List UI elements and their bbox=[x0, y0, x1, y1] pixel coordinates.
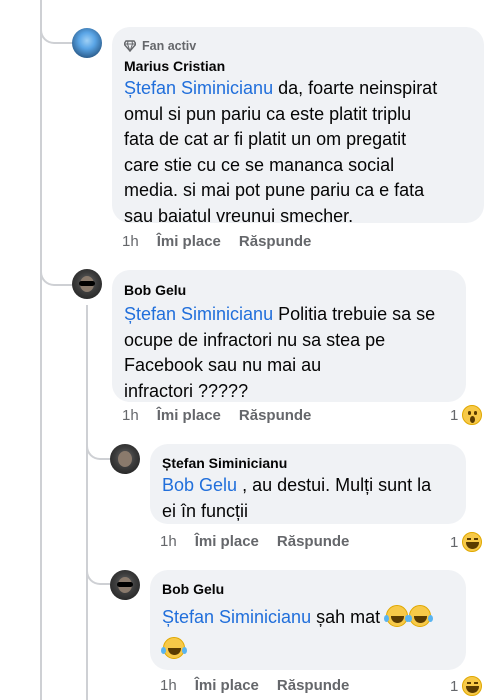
laughing-tears-emoji-icon bbox=[384, 605, 411, 627]
reply-button[interactable]: Răspunde bbox=[277, 677, 350, 694]
comment-text-line: , au destui. Mulți sunt la bbox=[237, 475, 432, 495]
comment-text-line: care stie cu ce se mananca social bbox=[124, 154, 395, 175]
comment-text-line: infractori ????? bbox=[124, 380, 249, 401]
reaction-summary[interactable]: 1 bbox=[450, 405, 483, 425]
comment-actions: 1h Îmi place Răspunde bbox=[160, 533, 367, 550]
avatar[interactable] bbox=[72, 269, 102, 299]
avatar[interactable] bbox=[72, 28, 102, 58]
timestamp[interactable]: 1h bbox=[160, 677, 177, 694]
avatar-face bbox=[118, 451, 132, 467]
comment-thread: Fan activ Marius Cristian Ștefan Siminic… bbox=[0, 0, 497, 700]
laughing-tears-emoji-icon bbox=[161, 636, 187, 659]
haha-emoji-icon bbox=[462, 676, 483, 696]
reply-button[interactable]: Răspunde bbox=[239, 233, 312, 250]
comment-text-line: media. si mai pot pune pariu ca e fata bbox=[124, 180, 425, 200]
comment-text-line: șah mat bbox=[311, 607, 386, 627]
comment-bubble: Bob Gelu Ștefan Siminicianu Politia treb… bbox=[112, 270, 466, 402]
comment-text-line: Facebook sau nu mai au bbox=[124, 355, 322, 375]
comment-text-line: ocupe de infractori nu sa stea pe bbox=[124, 329, 386, 350]
diamond-icon bbox=[123, 40, 137, 53]
timestamp[interactable]: 1h bbox=[122, 407, 139, 424]
comment-text: Ștefan Siminicianu da, foarte neinspirat… bbox=[124, 76, 472, 229]
reaction-count: 1 bbox=[450, 677, 459, 695]
comment-actions: 1h Îmi place Răspunde bbox=[122, 233, 329, 250]
wow-emoji-icon bbox=[462, 405, 483, 425]
avatar-glasses bbox=[117, 582, 133, 587]
thread-connector bbox=[86, 420, 110, 460]
comment-bubble: Fan activ Marius Cristian Ștefan Siminic… bbox=[112, 27, 484, 226]
thread-connector bbox=[40, 240, 74, 286]
reply-button[interactable]: Răspunde bbox=[277, 533, 350, 550]
thread-line-main bbox=[40, 0, 42, 700]
comment-text-line: omul si pun pariu ca este platit triplu bbox=[124, 103, 412, 124]
mention-link[interactable]: Ștefan Siminicianu bbox=[124, 304, 273, 324]
avatar-glasses bbox=[79, 281, 95, 286]
comment-author[interactable]: Ștefan Siminicianu bbox=[162, 454, 454, 472]
laughing-tears-emoji-icon bbox=[407, 605, 434, 627]
comment-text-line: sau baiatul vreunui smecher. bbox=[124, 205, 354, 226]
comment-text-line: fata de cat ar fi platit un om pregatit bbox=[124, 129, 407, 149]
mention-link[interactable]: Bob Gelu bbox=[162, 475, 237, 495]
comment-text-line: ei în funcții bbox=[162, 500, 249, 521]
mention-link[interactable]: Ștefan Siminicianu bbox=[162, 607, 311, 627]
reaction-summary[interactable]: 1 bbox=[450, 676, 483, 696]
comment-text-line: da, foarte neinspirat bbox=[273, 78, 438, 98]
comment-text-line: Politia trebuie sa se bbox=[273, 304, 436, 324]
comment-author[interactable]: Bob Gelu bbox=[162, 580, 454, 598]
thread-connector bbox=[86, 545, 110, 585]
reply-button[interactable]: Răspunde bbox=[239, 407, 312, 424]
fan-badge: Fan activ bbox=[123, 37, 472, 55]
thread-line-replies bbox=[86, 305, 88, 700]
reaction-count: 1 bbox=[450, 406, 459, 424]
comment-author[interactable]: Bob Gelu bbox=[124, 281, 454, 299]
avatar[interactable] bbox=[110, 444, 140, 474]
timestamp[interactable]: 1h bbox=[160, 533, 177, 550]
comment-actions: 1h Îmi place Răspunde bbox=[122, 407, 329, 424]
comment-bubble: Ștefan Siminicianu Bob Gelu , au destui.… bbox=[150, 444, 466, 524]
comment-text: Ștefan Siminicianu șah mat bbox=[161, 605, 454, 662]
mention-link[interactable]: Ștefan Siminicianu bbox=[124, 78, 273, 98]
like-button[interactable]: Îmi place bbox=[195, 677, 259, 694]
avatar[interactable] bbox=[110, 570, 140, 600]
like-button[interactable]: Îmi place bbox=[157, 407, 221, 424]
thread-connector bbox=[40, 0, 74, 44]
timestamp[interactable]: 1h bbox=[122, 233, 139, 250]
like-button[interactable]: Îmi place bbox=[195, 533, 259, 550]
like-button[interactable]: Îmi place bbox=[157, 233, 221, 250]
haha-emoji-icon bbox=[462, 532, 483, 552]
comment-author[interactable]: Marius Cristian bbox=[124, 57, 472, 75]
comment-bubble: Bob Gelu Ștefan Siminicianu șah mat bbox=[150, 570, 466, 670]
comment-text: Bob Gelu , au destui. Mulți sunt la ei î… bbox=[162, 473, 454, 524]
reaction-count: 1 bbox=[450, 533, 459, 551]
badge-label: Fan activ bbox=[142, 39, 197, 53]
reaction-summary[interactable]: 1 bbox=[450, 532, 483, 552]
comment-text: Ștefan Siminicianu Politia trebuie sa se… bbox=[124, 302, 454, 404]
comment-actions: 1h Îmi place Răspunde bbox=[160, 677, 367, 694]
